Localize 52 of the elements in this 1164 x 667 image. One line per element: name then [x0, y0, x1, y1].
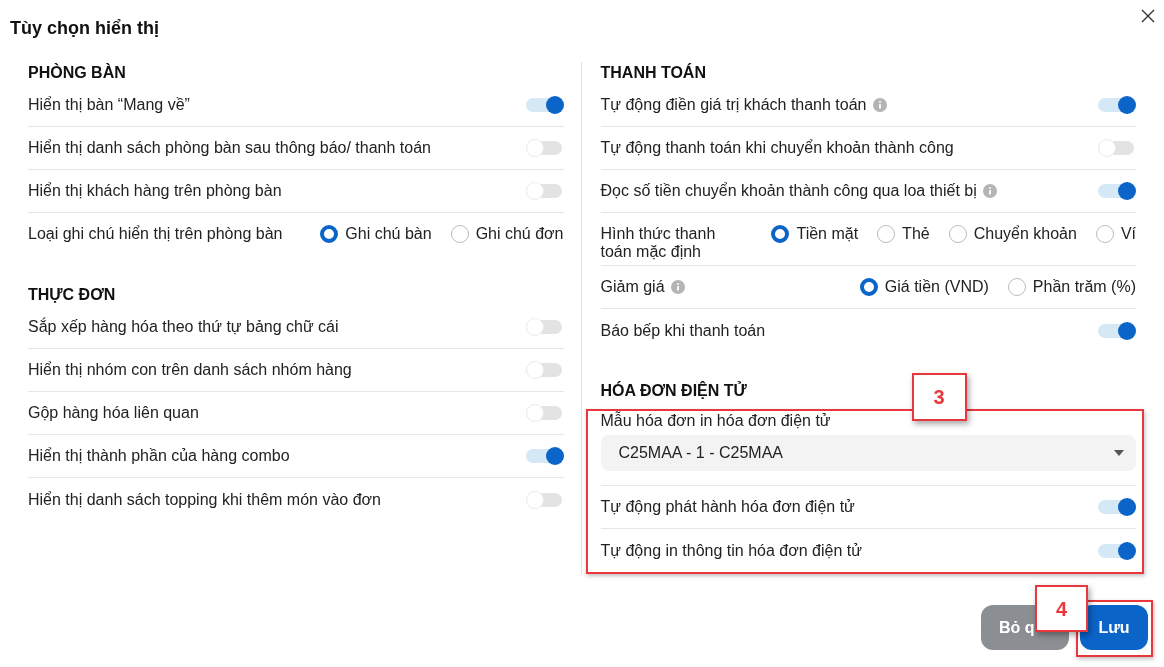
toggle-switch[interactable] [1098, 541, 1136, 560]
section-heading: THỰC ĐƠN [28, 285, 116, 305]
caret-icon [1114, 450, 1124, 456]
radio-option[interactable]: Phần trăm (%) [1007, 278, 1136, 296]
close-icon [1141, 9, 1155, 23]
toggle-switch[interactable] [1098, 139, 1136, 157]
toggle-switch[interactable] [525, 318, 564, 336]
setting-label: Hiển thị thành phần của hàng combo [28, 446, 290, 466]
setting-label: Hiển thị nhóm con trên danh sách nhóm hàng [28, 360, 352, 380]
radio-option[interactable]: Ghi chú bàn [320, 225, 432, 243]
setting-label: Loại ghi chú hiển thị trên phòng bàn [28, 225, 283, 243]
radio-option[interactable]: Ghi chú đơn [450, 225, 564, 243]
close-button[interactable] [1141, 9, 1155, 23]
save-button[interactable]: Lưu [1080, 605, 1148, 650]
callout-number: 4 [1035, 585, 1088, 632]
radio-option[interactable]: Chuyển khoản [948, 225, 1077, 243]
setting-label: Báo bếp khi thanh toán [600, 320, 766, 341]
toggle-switch[interactable] [525, 139, 564, 157]
toggle-switch[interactable] [525, 447, 564, 465]
field-label: Mẫu hóa đơn in hóa đơn điện tử [600, 411, 831, 431]
section-heading: THANH TOÁN [600, 62, 706, 83]
setting-label: Tự động điền giá trị khách thanh toán [600, 95, 867, 115]
toggle-switch[interactable] [525, 96, 564, 114]
setting-label: Tự động thanh toán khi chuyển khoản thành công [600, 138, 954, 158]
radio-option[interactable]: Giá tiền (VND) [859, 278, 989, 296]
section-heading: HÓA ĐƠN ĐIỆN TỬ [600, 380, 747, 401]
section-heading: PHÒNG BÀN [28, 62, 126, 83]
setting-label: Hiển thị khách hàng trên phòng bàn [28, 181, 282, 201]
setting-label: Hình thức thanh toán mặc định [600, 225, 717, 261]
toggle-switch[interactable] [1098, 96, 1136, 114]
dialog-title: Tùy chọn hiển thị [10, 17, 159, 40]
toggle-switch[interactable] [1098, 182, 1136, 200]
setting-label: Hiển thị danh sách phòng bàn sau thông báo/ thanh toán [28, 138, 431, 158]
invoice-template-select[interactable]: C25MAA - 1 - C25MAA [600, 435, 1136, 471]
toggle-switch[interactable] [525, 361, 564, 379]
toggle-switch[interactable] [1098, 321, 1136, 340]
radio-option[interactable]: Thẻ [877, 225, 930, 243]
setting-label: Tự động in thông tin hóa đơn điện tử [600, 540, 862, 561]
setting-label: Gộp hàng hóa liên quan [28, 403, 199, 423]
setting-label: Giảm giá [600, 278, 665, 296]
setting-label: Hiển thị danh sách topping khi thêm món vào đơn [28, 489, 381, 510]
toggle-switch[interactable] [1098, 498, 1136, 516]
toggle-switch[interactable] [525, 182, 564, 200]
setting-label: Đọc số tiền chuyển khoản thành công qua loa thiết bị [600, 181, 977, 201]
toggle-switch[interactable] [525, 490, 564, 509]
setting-label: Sắp xếp hàng hóa theo thứ tự bảng chữ cái [28, 317, 339, 337]
toggle-switch[interactable] [525, 404, 564, 422]
radio-option[interactable]: Tiền mặt [771, 225, 859, 243]
radio-option[interactable]: Ví [1095, 225, 1136, 243]
setting-label: Tự động phát hành hóa đơn điện tử [600, 497, 855, 517]
setting-label: Hiển thị bàn “Mang về” [28, 95, 190, 115]
callout-number: 3 [911, 373, 967, 421]
